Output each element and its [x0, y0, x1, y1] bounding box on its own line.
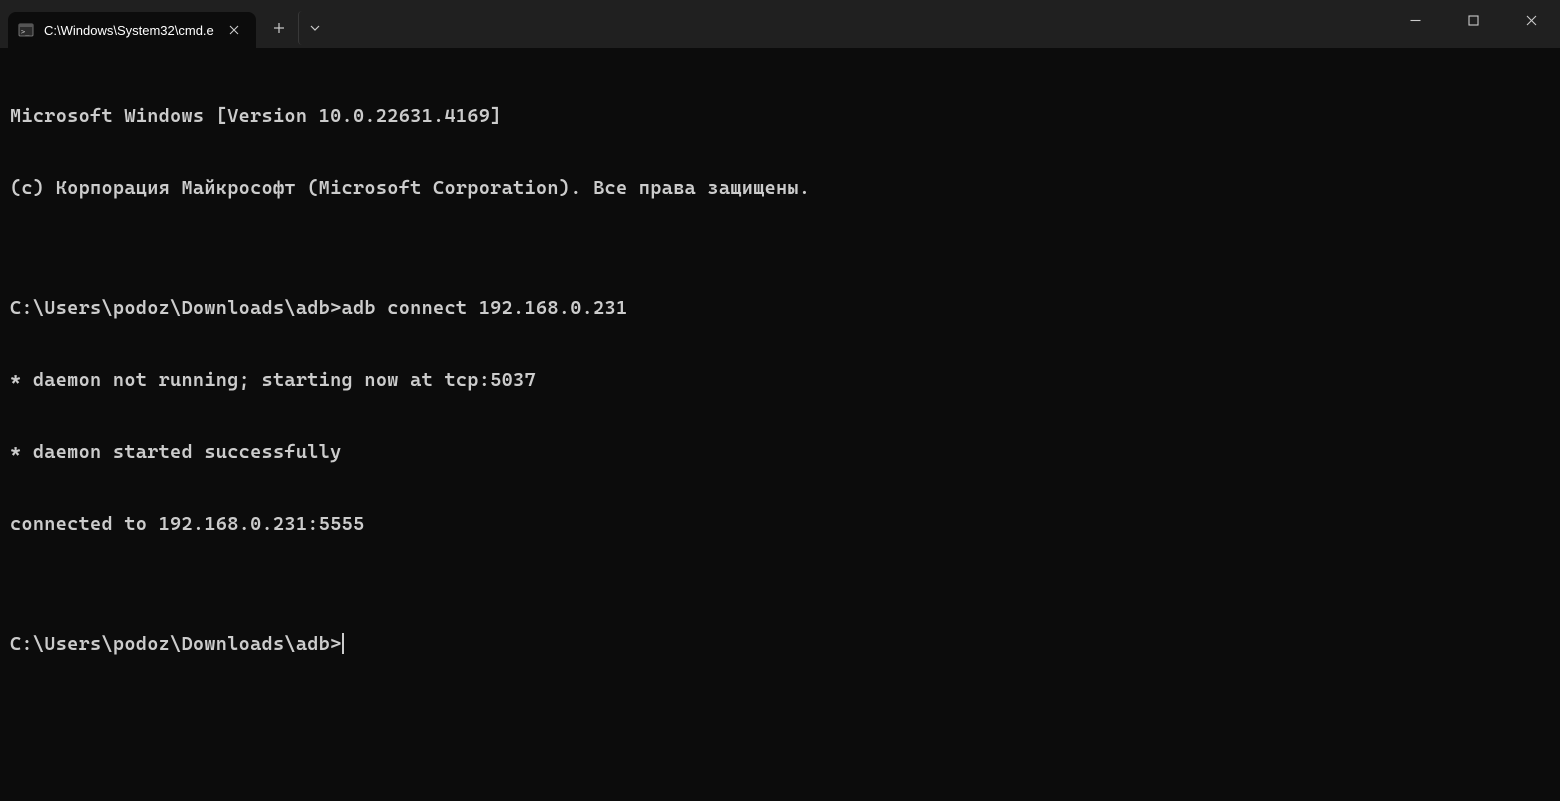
plus-icon [273, 22, 285, 34]
minimize-button[interactable] [1386, 0, 1444, 40]
terminal-prompt: C:\Users\podoz\Downloads\adb> [10, 632, 342, 656]
close-window-button[interactable] [1502, 0, 1560, 40]
minimize-icon [1410, 15, 1421, 26]
terminal-output[interactable]: Microsoft Windows [Version 10.0.22631.41… [0, 48, 1560, 688]
terminal-line: (c) Корпорация Майкрософт (Microsoft Cor… [10, 176, 1550, 200]
chevron-down-icon [310, 25, 320, 31]
terminal-line: * daemon not running; starting now at tc… [10, 368, 1550, 392]
tab-dropdown-button[interactable] [298, 11, 332, 45]
maximize-button[interactable] [1444, 0, 1502, 40]
tab-title: C:\Windows\System32\cmd.e [44, 23, 214, 38]
tab-cmd[interactable]: >_ C:\Windows\System32\cmd.e [8, 12, 256, 48]
close-icon [1526, 15, 1537, 26]
maximize-icon [1468, 15, 1479, 26]
close-icon [229, 25, 239, 35]
cmd-icon: >_ [18, 22, 34, 38]
titlebar: >_ C:\Windows\System32\cmd.e [0, 0, 1560, 48]
svg-text:>_: >_ [21, 28, 30, 36]
terminal-line: connected to 192.168.0.231:5555 [10, 512, 1550, 536]
terminal-prompt-line: C:\Users\podoz\Downloads\adb> [10, 632, 1550, 656]
terminal-cursor [342, 633, 344, 654]
new-tab-button[interactable] [262, 11, 296, 45]
tab-close-button[interactable] [224, 20, 244, 40]
window-controls [1386, 0, 1560, 40]
terminal-line: * daemon started successfully [10, 440, 1550, 464]
tabs-area: >_ C:\Windows\System32\cmd.e [0, 0, 332, 48]
terminal-line: C:\Users\podoz\Downloads\adb>adb connect… [10, 296, 1550, 320]
terminal-line: Microsoft Windows [Version 10.0.22631.41… [10, 104, 1550, 128]
